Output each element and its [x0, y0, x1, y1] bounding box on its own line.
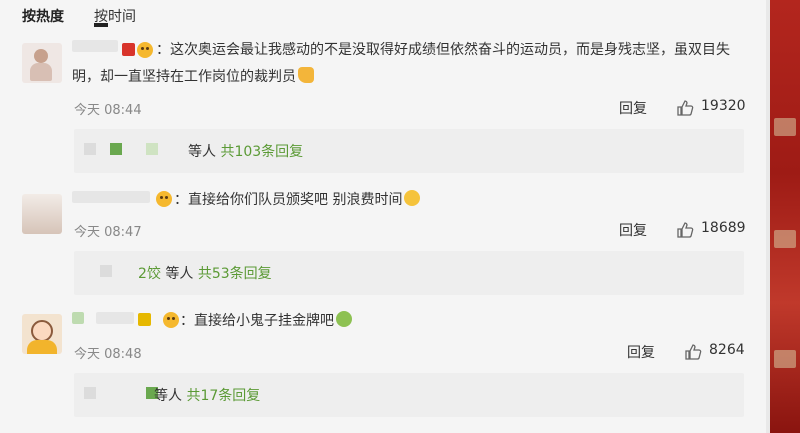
comment-text: ：直接给小鬼子挂金牌吧	[72, 308, 744, 335]
reply-count-link[interactable]: 共103条回复	[220, 144, 303, 160]
like-count: 18689	[701, 220, 746, 236]
text-cursor-icon	[94, 23, 108, 27]
reply-summary[interactable]: 等人 共103条回复	[188, 141, 303, 161]
reply-summary[interactable]: 2饺 等人 共53条回复	[138, 263, 272, 283]
comment-body: ：直接给你们队员颁奖吧 别浪费时间	[174, 192, 403, 208]
sick-emoji-icon	[336, 311, 352, 327]
comment-body: ：直接给小鬼子挂金牌吧	[180, 313, 334, 329]
reply-count-link[interactable]: 共17条回复	[186, 388, 260, 404]
sort-by-time-tab[interactable]: 按时间	[94, 6, 136, 27]
comment-body: ：这次奥运会最让我感动的不是没取得好成绩但依然奋斗的运动员，而是身残志坚，虽双目…	[72, 42, 730, 85]
thumbs-up-icon	[677, 100, 694, 116]
reply-preview-box[interactable]: 2饺 等人 共53条回复	[74, 251, 744, 295]
reply-preview-box[interactable]: 等人 共103条回复	[74, 129, 744, 173]
like-count: 19320	[701, 98, 746, 114]
comment-time: 今天 08:48	[74, 347, 142, 362]
reply-user-name[interactable]: 2饺	[138, 266, 161, 282]
reply-avatars	[84, 265, 134, 279]
comment-text: ：这次奥运会最让我感动的不是没取得好成绩但依然奋斗的运动员，而是身残志坚，虽双目…	[72, 37, 744, 91]
comment-panel: 按热度 按时间 ：这次奥运会最让我感动的不是没取得好成绩但依然奋斗的运动员，而是…	[0, 0, 766, 433]
avatar[interactable]	[22, 194, 62, 234]
background-image-strip	[766, 0, 800, 433]
reply-avatars	[84, 387, 158, 401]
comment-text: ：直接给你们队员颁奖吧 别浪费时间	[72, 187, 744, 214]
like-count: 8264	[709, 342, 745, 358]
comment-time: 今天 08:44	[74, 103, 142, 118]
avatar[interactable]	[22, 43, 62, 83]
smiley-emoji-icon	[404, 190, 421, 206]
reply-button[interactable]: 回复	[619, 98, 647, 118]
reply-count-link[interactable]: 共53条回复	[198, 266, 272, 282]
thumbs-up-emoji-icon	[298, 67, 314, 83]
reply-summary[interactable]: 等人 共17条回复	[154, 385, 260, 405]
thumbs-up-icon	[685, 344, 702, 360]
avatar[interactable]	[22, 314, 62, 354]
reply-avatars	[84, 143, 174, 157]
reply-summary-prefix: 等人	[188, 144, 216, 160]
reply-button[interactable]: 回复	[619, 220, 647, 240]
reply-summary-prefix: 等人	[165, 266, 194, 282]
thumbs-up-icon	[677, 222, 694, 238]
sort-by-hot-tab[interactable]: 按热度	[22, 6, 64, 26]
reply-button[interactable]: 回复	[627, 342, 655, 362]
comment-time: 今天 08:47	[74, 225, 142, 240]
reply-summary-prefix: 等人	[154, 388, 182, 404]
reply-preview-box[interactable]: 等人 共17条回复	[74, 373, 744, 417]
